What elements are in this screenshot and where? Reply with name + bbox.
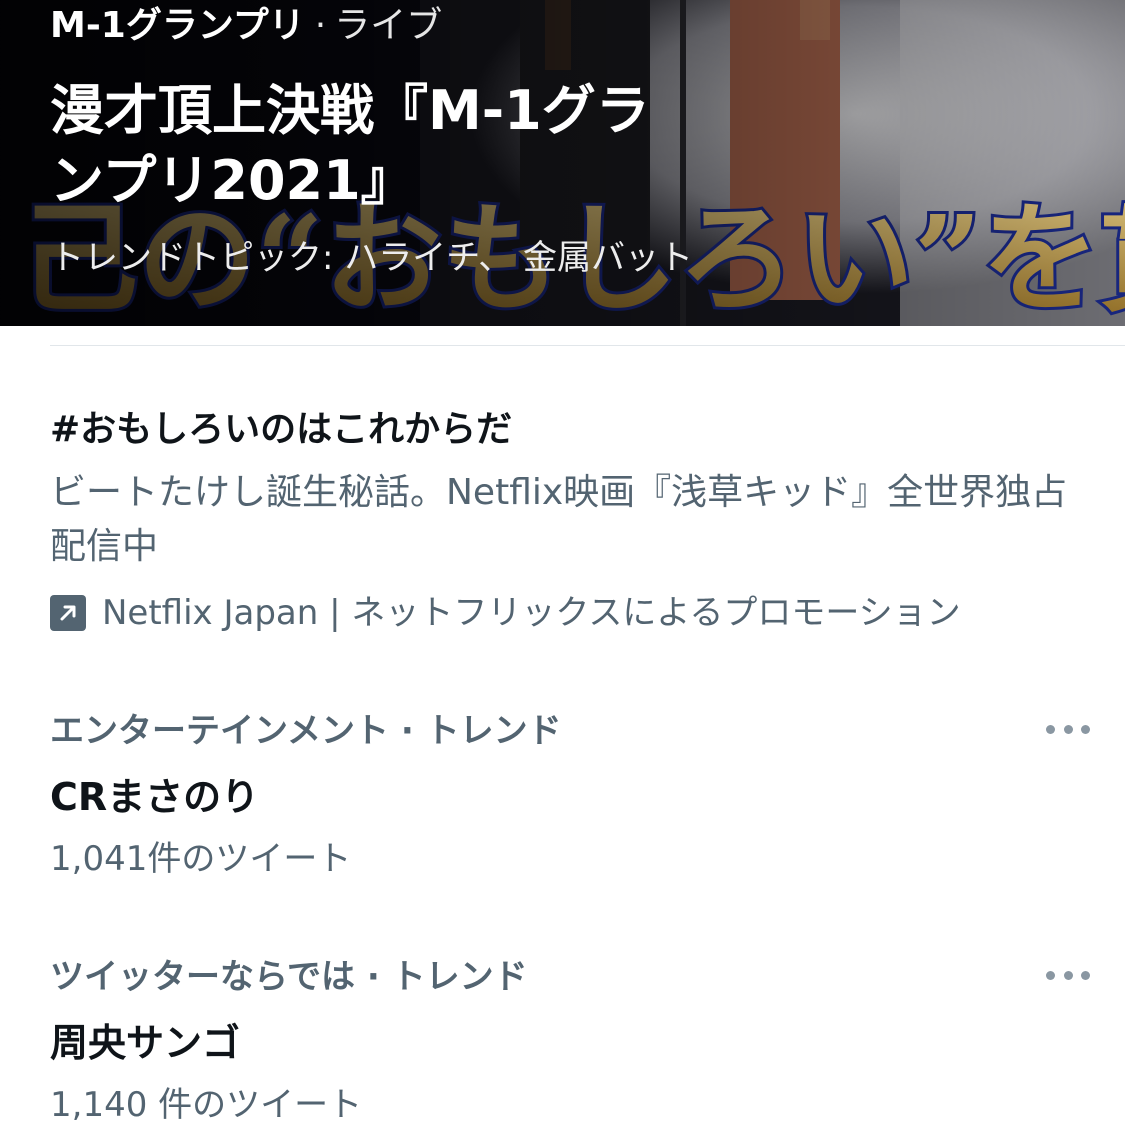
more-dot [1081,970,1090,980]
trend-context: ツイッターならでは · トレンド [50,957,528,997]
trend-tweet-count: 1,041件のツイート [50,839,352,879]
promoted-description: ビートたけし誕生秘話。Netflix映画『浅草キッド』全世界独占配信中 [50,472,1068,567]
trend-name[interactable]: 周央サンゴ [50,1016,1090,1070]
event-name: M-1グランプリ [50,5,305,46]
more-dots-icon [1046,970,1055,980]
more-dot [1063,724,1073,734]
section-divider [50,345,1125,346]
more-options-button[interactable] [1046,964,1090,986]
explore-trends-page: 己の“おもしろい”を貫いた M-1グランプリ·ライブ 漫才頂上決戦『M-1グラン… [0,0,1125,1125]
more-dot [1081,724,1090,734]
trend-item[interactable]: エンターテインメント · トレンド CRまさのり 1,041件のツイート [50,706,1090,886]
promoted-by-line: Netflix Japan | ネットフリックスによるプロモーション [50,586,1090,640]
live-event-card[interactable]: 己の“おもしろい”を貫いた M-1グランプリ·ライブ 漫才頂上決戦『M-1グラン… [0,0,1125,326]
trending-topics: トレンドトピック: ハライチ、 金属バット [50,238,694,278]
trend-item[interactable]: ツイッターならでは · トレンド 周央サンゴ 1,140 件のツイート [50,952,1090,1125]
trend-tweet-count: 1,140 件のツイート [50,1085,363,1125]
event-meta: M-1グランプリ · ライブ [50,4,442,48]
more-dots-icon [1046,724,1055,734]
trend-context: エンターテインメント · トレンド [50,711,562,751]
promoted-trend[interactable]: #おもしろいのはこれからだ ビートたけし誕生秘話。Netflix映画『浅草キッド… [50,400,1090,640]
promoted-hashtag[interactable]: #おもしろいのはこれからだ [50,400,1090,460]
live-status: ライブ [334,5,443,46]
trend-name[interactable]: CRまさのり [50,770,1090,824]
more-dot [1063,970,1073,980]
meta-separator: · [314,5,327,46]
promoted-arrow-icon [50,595,86,631]
event-title: 漫才頂上決戦『M-1グランプリ2021』 [50,79,650,212]
promoted-by-text[interactable]: Netflix Japan | ネットフリックスによるプロモーション [102,586,961,640]
more-options-button[interactable] [1046,718,1090,740]
